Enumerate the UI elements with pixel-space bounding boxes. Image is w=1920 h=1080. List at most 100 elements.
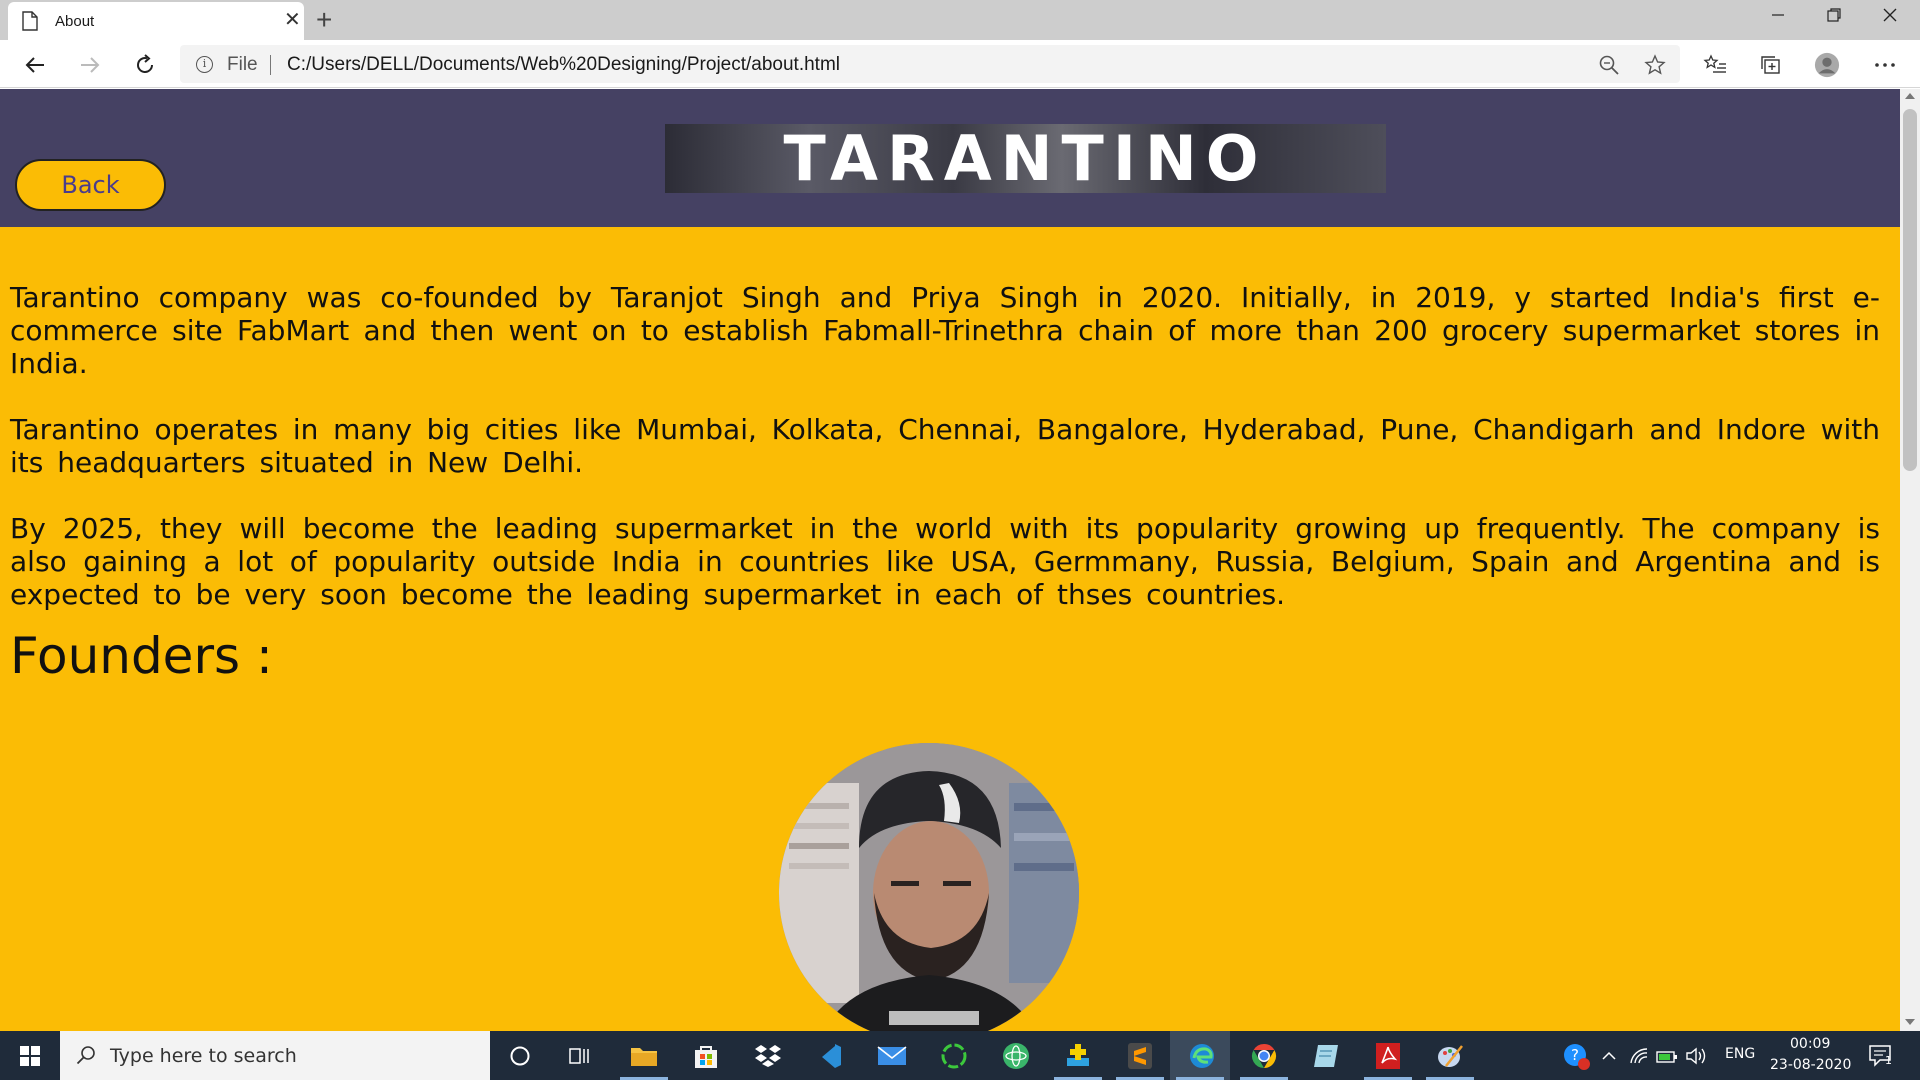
url-text[interactable]: C:/Users/DELL/Documents/Web%20Designing/… [287,54,840,76]
more-dots-icon [1875,63,1895,67]
battery-charging-icon [1656,1051,1677,1063]
forward-nav-button[interactable] [73,48,107,82]
info-icon[interactable]: i [196,56,213,73]
back-button[interactable]: Back [15,159,166,211]
back-nav-button[interactable] [18,48,52,82]
edge-browser-icon [1190,1044,1214,1068]
chrome-icon [1251,1044,1277,1068]
sublime-text-icon [1128,1043,1152,1069]
close-window-button[interactable] [1862,0,1918,30]
battery-tray-button[interactable] [1655,1040,1679,1072]
wifi-icon [1630,1048,1648,1064]
browser-toolbar: i File C:/Users/DELL/Documents/Web%20Des… [0,40,1920,88]
clock-time[interactable]: 00:09 [1790,1036,1830,1052]
arrow-right-icon [81,57,100,73]
windows-logo-icon [20,1045,40,1066]
new-tab-button[interactable]: + [316,4,332,36]
favorites-list-icon [1703,54,1726,73]
help-tray-button[interactable]: ? [1560,1040,1592,1072]
arrow-left-icon [25,57,44,73]
tarantino-logo: TARANTINO [665,124,1386,193]
mail-icon [877,1046,907,1065]
paint-taskbar-button[interactable] [1434,1040,1466,1072]
network-tray-button[interactable] [1627,1040,1651,1072]
file-explorer-taskbar-button[interactable] [628,1040,660,1072]
close-tab-icon[interactable]: ✕ [284,10,301,30]
code-editor-icon [822,1044,841,1068]
search-icon [76,1046,95,1065]
page-scrollbar[interactable] [1900,89,1920,1031]
sync-app-taskbar-button[interactable] [938,1040,970,1072]
refresh-button[interactable] [128,48,162,82]
scroll-up-icon[interactable] [1905,93,1915,99]
clock-date[interactable]: 23-08-2020 [1770,1057,1851,1073]
logo-text: TARANTINO [783,124,1268,193]
page-icon [22,11,38,31]
action-center-button[interactable]: 1 [1865,1040,1897,1072]
address-prefix: File [227,54,258,75]
store-taskbar-button[interactable] [690,1040,722,1072]
restore-button[interactable] [1806,0,1862,30]
start-button[interactable] [0,1031,60,1080]
minimize-button[interactable] [1750,0,1806,30]
mail-taskbar-button[interactable] [876,1040,908,1072]
about-paragraph-3: By 2025, they will become the leading su… [10,512,1880,611]
volume-tray-button[interactable] [1684,1040,1708,1072]
task-view-button[interactable] [564,1040,596,1072]
star-icon[interactable] [1644,54,1666,76]
task-view-icon [569,1048,589,1064]
chat-app-taskbar-button[interactable] [1000,1040,1032,1072]
address-separator [270,55,271,75]
chevron-up-icon [1602,1051,1616,1060]
speaker-icon [1686,1047,1706,1065]
plus-stack-icon [1067,1044,1089,1066]
dropbox-taskbar-button[interactable] [752,1040,784,1072]
site-header: Back TARANTINO [0,89,1900,227]
refresh-icon [137,54,153,73]
scroll-down-icon[interactable] [1905,1019,1915,1025]
collections-button[interactable] [1758,52,1784,78]
founders-heading: Founders : [10,627,273,685]
notepad-icon [1314,1045,1338,1067]
settings-menu-button[interactable] [1872,52,1898,78]
page-viewport: Back TARANTINO Tarantino company was co-… [0,89,1900,1031]
dropbox-icon [755,1045,781,1067]
avatar-icon [1814,52,1840,78]
chrome-taskbar-button[interactable] [1248,1040,1280,1072]
cortana-button[interactable] [504,1040,536,1072]
atom-icon [1003,1043,1029,1069]
cortana-circle-icon [510,1046,530,1066]
taskbar-search-box[interactable]: Type here to search [60,1031,490,1080]
close-icon [1883,8,1897,22]
sublime-taskbar-button[interactable] [1124,1040,1156,1072]
show-hidden-icons-button[interactable] [1597,1040,1621,1072]
notes-taskbar-button[interactable] [1310,1040,1342,1072]
restore-icon [1827,8,1841,22]
address-bar[interactable]: i File C:/Users/DELL/Documents/Web%20Des… [180,45,1680,83]
collections-icon [1761,56,1780,74]
tab-title: About [55,13,95,30]
favorites-button[interactable] [1702,52,1728,78]
folder-icon [631,1048,657,1066]
browser-tab-strip: About ✕ + [0,0,1920,40]
acrobat-taskbar-button[interactable] [1372,1040,1404,1072]
about-content: Tarantino company was co-founded by Tara… [10,281,1880,644]
profile-button[interactable] [1814,52,1840,78]
notification-count: 1 [1885,1054,1892,1067]
store-bag-icon [695,1046,717,1068]
scroll-thumb[interactable] [1903,109,1917,471]
vscode-taskbar-button[interactable] [814,1040,846,1072]
refresh-circle-icon [941,1043,967,1069]
tool-app-taskbar-button[interactable] [1062,1040,1094,1072]
about-paragraph-1: Tarantino company was co-founded by Tara… [10,281,1880,380]
minimize-icon [1772,14,1784,16]
paint-palette-icon [1438,1045,1463,1067]
language-indicator[interactable]: ENG [1725,1046,1755,1062]
search-placeholder: Type here to search [110,1045,297,1067]
edge-taskbar-button[interactable] [1186,1040,1218,1072]
pdf-reader-icon [1376,1043,1400,1069]
browser-tab-about[interactable]: About ✕ [8,2,304,40]
about-paragraph-2: Tarantino operates in many big cities li… [10,413,1880,479]
founder-portrait-image [779,743,1079,1031]
zoom-icon[interactable] [1598,54,1620,76]
